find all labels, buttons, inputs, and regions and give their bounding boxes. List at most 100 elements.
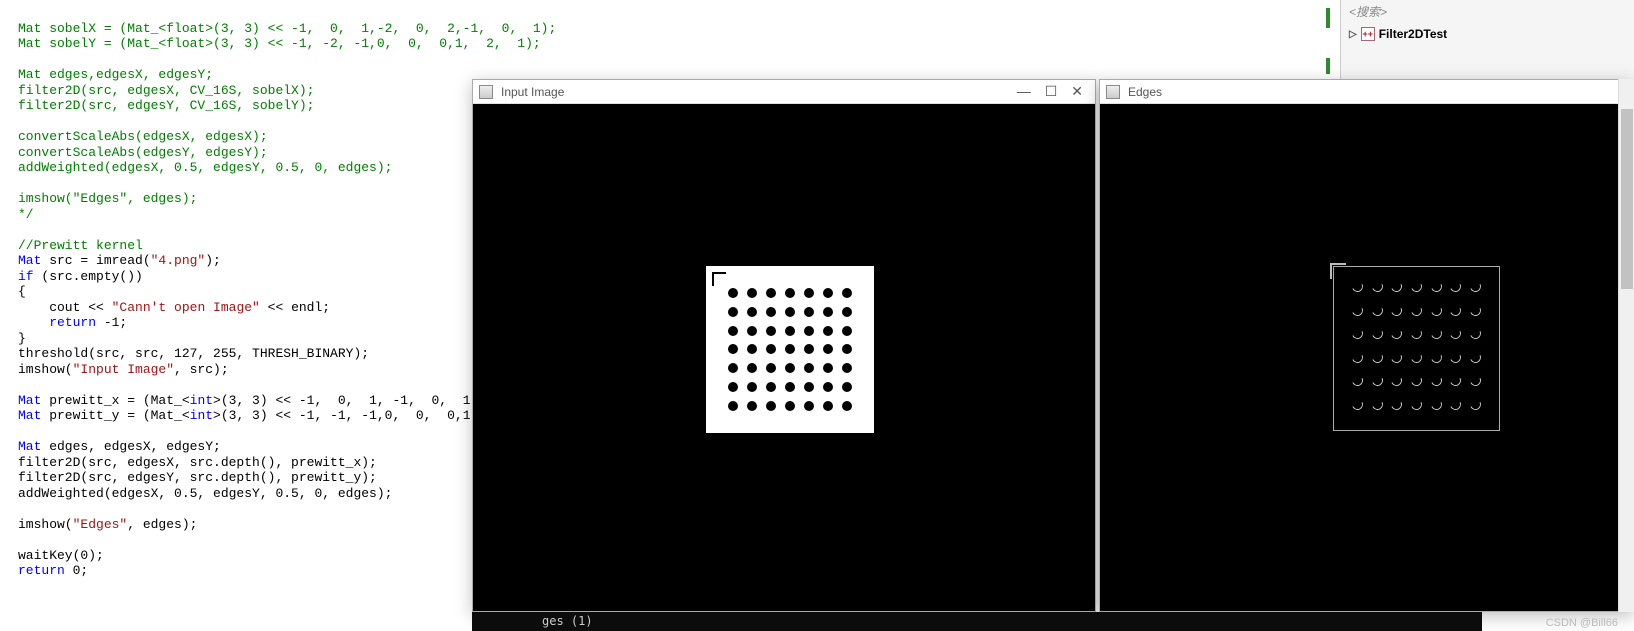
code-line: cout << "Cann't open Image" << endl; [18, 300, 330, 315]
titlebar[interactable]: Edges [1100, 80, 1633, 104]
dot [823, 363, 833, 373]
code-line: return -1; [18, 315, 127, 330]
edge-arc [1390, 280, 1404, 294]
dot [842, 288, 852, 298]
vertical-scrollbar[interactable] [1618, 79, 1634, 612]
dot [785, 401, 795, 411]
maximize-button[interactable]: ☐ [1045, 83, 1058, 100]
dot [747, 288, 757, 298]
dot [728, 363, 738, 373]
dot [842, 326, 852, 336]
code-line: addWeighted(edgesX, 0.5, edgesY, 0.5, 0,… [18, 486, 392, 501]
edge-arc [1429, 374, 1443, 388]
edge-arc [1409, 350, 1423, 364]
edge-arc [1409, 397, 1423, 411]
dot [766, 344, 776, 354]
code-line: convertScaleAbs(edgesX, edgesX); [18, 129, 268, 144]
edge-arc [1449, 350, 1463, 364]
edge-arc [1468, 397, 1482, 411]
search-input[interactable]: <搜索> [1341, 0, 1634, 23]
dot [766, 288, 776, 298]
edge-arc [1390, 374, 1404, 388]
dot [804, 326, 814, 336]
minimize-button[interactable]: — [1017, 83, 1031, 100]
chevron-right-icon: ▷ [1349, 29, 1357, 40]
app-icon [1106, 85, 1120, 99]
dot [728, 382, 738, 392]
code-line: return 0; [18, 563, 88, 578]
tree-item-label: Filter2DTest [1379, 27, 1447, 41]
code-line: */ [18, 207, 34, 222]
dot [785, 344, 795, 354]
edge-arc [1449, 374, 1463, 388]
dot [842, 344, 852, 354]
titlebar[interactable]: Input Image — ☐ ✕ [473, 80, 1095, 104]
code-line: filter2D(src, edgesY, CV_16S, sobelY); [18, 98, 314, 113]
edge-arc [1351, 350, 1365, 364]
tree-item-filter2dtest[interactable]: ▷ ++ Filter2DTest [1341, 23, 1634, 45]
dot [747, 382, 757, 392]
edge-arc [1468, 350, 1482, 364]
code-line: threshold(src, src, 127, 255, THRESH_BIN… [18, 346, 369, 361]
dot [728, 288, 738, 298]
edge-arc [1429, 327, 1443, 341]
dot [747, 326, 757, 336]
edge-arc [1351, 397, 1365, 411]
window-edges[interactable]: Edges [1099, 79, 1634, 612]
dot [804, 363, 814, 373]
window-input-image[interactable]: Input Image — ☐ ✕ [472, 79, 1096, 612]
watermark: CSDN @Bill66 [1546, 617, 1618, 629]
solution-explorer-panel: <搜索> ▷ ++ Filter2DTest [1340, 0, 1634, 79]
image-canvas [473, 104, 1095, 611]
dot [823, 288, 833, 298]
edge-arc [1468, 327, 1482, 341]
code-line: imshow("Input Image", src); [18, 362, 229, 377]
code-line: Mat prewitt_y = (Mat_<int>(3, 3) << -1, … [18, 408, 549, 423]
dot [823, 382, 833, 392]
image-canvas [1100, 104, 1633, 611]
dot [766, 401, 776, 411]
app-icon [479, 85, 493, 99]
dot [728, 307, 738, 317]
code-line: if (src.empty()) [18, 269, 143, 284]
edge-arc [1370, 374, 1384, 388]
edge-arc [1370, 397, 1384, 411]
edge-arc [1468, 374, 1482, 388]
change-marker [1326, 8, 1330, 28]
console-output: ges (1) [472, 612, 1482, 631]
dot [728, 344, 738, 354]
edge-arc [1429, 303, 1443, 317]
dot [747, 307, 757, 317]
edge-arc [1429, 280, 1443, 294]
edge-arc [1449, 303, 1463, 317]
dot [766, 382, 776, 392]
code-line: convertScaleAbs(edgesY, edgesY); [18, 145, 268, 160]
dot [804, 344, 814, 354]
code-line: filter2D(src, edgesY, src.depth(), prewi… [18, 470, 377, 485]
edge-arc [1449, 280, 1463, 294]
edge-arc [1351, 374, 1365, 388]
dot [766, 307, 776, 317]
dot [823, 401, 833, 411]
dot [804, 382, 814, 392]
close-button[interactable]: ✕ [1071, 83, 1083, 100]
edge-arc [1409, 374, 1423, 388]
edge-arc [1409, 303, 1423, 317]
dot [747, 344, 757, 354]
dot [842, 363, 852, 373]
window-title: Input Image [501, 85, 564, 99]
dot [747, 363, 757, 373]
edge-arc [1429, 350, 1443, 364]
edges-image-content [1333, 266, 1500, 431]
dot [842, 307, 852, 317]
dot [823, 307, 833, 317]
edge-arc [1409, 280, 1423, 294]
code-editor[interactable]: Mat sobelX = (Mat_<float>(3, 3) << -1, 0… [18, 5, 468, 579]
dot [785, 382, 795, 392]
code-line: Mat sobelX = (Mat_<float>(3, 3) << -1, 0… [18, 21, 556, 36]
code-line: } [18, 331, 26, 346]
scroll-thumb[interactable] [1621, 109, 1633, 289]
code-line: Mat edges,edgesX, edgesY; [18, 67, 213, 82]
edge-arc [1390, 327, 1404, 341]
code-line: imshow("Edges", edges); [18, 191, 197, 206]
